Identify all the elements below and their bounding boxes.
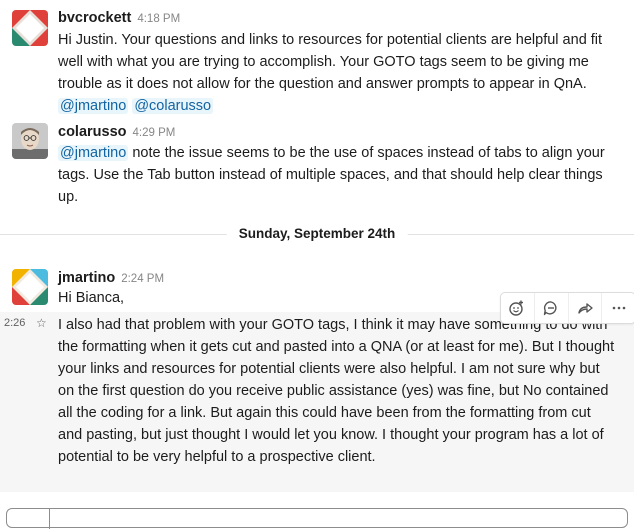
day-divider-label[interactable]: Sunday, September 24th: [226, 226, 408, 241]
share-button[interactable]: [569, 293, 603, 323]
more-actions-button[interactable]: [602, 293, 634, 323]
timestamp[interactable]: 4:18 PM: [137, 13, 180, 25]
message-action-bar: [500, 292, 634, 324]
author-link[interactable]: jmartino: [58, 270, 115, 286]
timestamp[interactable]: 2:24 PM: [121, 273, 164, 285]
message-text: I also had that problem with your GOTO t…: [58, 314, 618, 468]
timestamp[interactable]: 4:29 PM: [133, 127, 176, 139]
reply-thread-button[interactable]: [535, 293, 569, 323]
star-icon[interactable]: ☆: [36, 316, 47, 330]
more-actions-icon: [612, 306, 625, 310]
author-name[interactable]: jmartino 2:24 PM: [58, 270, 164, 286]
add-reaction-button[interactable]: [501, 293, 535, 323]
mention-jmartino[interactable]: @jmartino: [58, 145, 129, 161]
gutter-timestamp[interactable]: 2:26: [4, 317, 25, 329]
message-text: Hi Justin. Your questions and links to r…: [58, 29, 618, 117]
composer-divider: [49, 509, 50, 529]
author-name[interactable]: colarusso 4:29 PM: [58, 124, 175, 140]
message-body: note the issue seems to be the use of sp…: [58, 145, 605, 205]
message-body: I also had that problem with your GOTO t…: [58, 317, 615, 465]
avatar-jmartino[interactable]: [12, 269, 48, 305]
message-body: Hi Bianca,: [58, 290, 125, 306]
reply-thread-icon: [543, 301, 557, 316]
author-link[interactable]: colarusso: [58, 124, 127, 140]
avatar-colarusso[interactable]: [12, 123, 48, 159]
message-colarusso: colarusso 4:29 PM @jmartino note the issu…: [0, 118, 634, 208]
message-body: Hi Justin. Your questions and links to r…: [58, 32, 603, 92]
add-reaction-icon: [509, 300, 524, 316]
mention-jmartino[interactable]: @jmartino: [58, 98, 129, 114]
message-composer[interactable]: [6, 508, 628, 529]
message-text: @jmartino note the issue seems to be the…: [58, 142, 618, 208]
author-link[interactable]: bvcrockett: [58, 10, 131, 26]
message-bvcrockett: bvcrockett 4:18 PM Hi Justin. Your questi…: [0, 0, 634, 118]
share-icon: [578, 303, 593, 314]
author-name[interactable]: bvcrockett 4:18 PM: [58, 10, 180, 26]
avatar-bvcrockett[interactable]: [12, 10, 48, 46]
mention-colarusso[interactable]: @colarusso: [132, 98, 214, 114]
